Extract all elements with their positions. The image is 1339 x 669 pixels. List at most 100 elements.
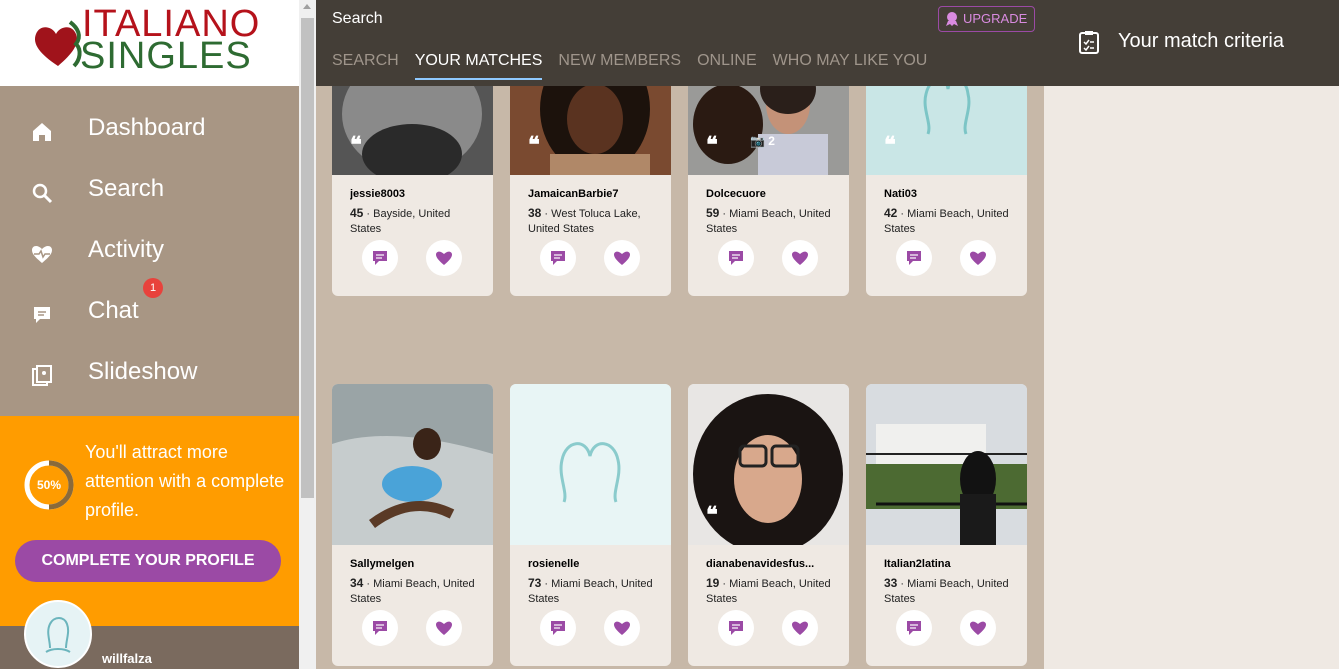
card-age: 33 (884, 576, 898, 590)
card-info: 45 · Bayside, United States (350, 206, 451, 235)
scrollbar-thumb[interactable] (301, 18, 314, 498)
message-button[interactable] (718, 610, 754, 646)
sidebar-item-search[interactable]: Search (0, 161, 299, 222)
right-panel (1044, 86, 1339, 669)
card-info: 38 · West Toluca Lake, United States (528, 206, 641, 235)
message-icon (729, 621, 743, 635)
tab-online[interactable]: ONLINE (697, 52, 757, 80)
quote-icon: ❝ (528, 132, 540, 158)
page-title: Search (332, 10, 383, 27)
card-username[interactable]: Nati03 (884, 188, 1014, 200)
sidebar-item-chat[interactable]: Chat 1 (0, 278, 299, 344)
message-button[interactable] (362, 240, 398, 276)
logo-line2: SINGLES (80, 35, 252, 77)
profile-card[interactable]: ❝ dianabenavidesfus... 19 · Miami Beach,… (688, 384, 849, 666)
card-username[interactable]: rosienelle (528, 558, 658, 570)
like-button[interactable] (426, 610, 462, 646)
like-button[interactable] (960, 240, 996, 276)
matches-grid: ❝ jessie8003 45 · Bayside, United States… (316, 86, 1044, 669)
username[interactable]: willfalza (102, 651, 152, 666)
profile-card[interactable]: Italian2latina 33 · Miami Beach, United … (866, 384, 1027, 666)
like-button[interactable] (782, 240, 818, 276)
sidebar-item-label: Chat (88, 297, 139, 324)
profile-card[interactable]: ❝ 📷 2 Dolcecuore 59 · Miami Beach, Unite… (688, 86, 849, 296)
card-age: 42 (884, 206, 898, 220)
photo-count-value: 2 (768, 134, 775, 148)
like-button[interactable] (960, 610, 996, 646)
profile-card[interactable]: ❝ Nati03 42 · Miami Beach, United States (866, 86, 1027, 296)
profile-placeholder[interactable] (510, 384, 671, 545)
message-icon (907, 251, 921, 265)
heart-icon (970, 251, 986, 265)
like-button[interactable] (426, 240, 462, 276)
heart-icon (792, 621, 808, 635)
card-username[interactable]: Sallymelgen (350, 558, 480, 570)
tab-new-members[interactable]: NEW MEMBERS (558, 52, 681, 80)
message-button[interactable] (540, 610, 576, 646)
card-username[interactable]: Italian2latina (884, 558, 1014, 570)
card-info: 59 · Miami Beach, United States (706, 206, 831, 235)
card-info: 73 · Miami Beach, United States (528, 576, 653, 605)
profile-card[interactable]: Sallymelgen 34 · Miami Beach, United Sta… (332, 384, 493, 666)
scroll-up-arrow-icon[interactable] (303, 4, 311, 9)
card-age: 19 (706, 576, 720, 590)
logo[interactable]: ITALIANO SINGLES (0, 0, 299, 86)
message-icon (373, 621, 387, 635)
profile-photo[interactable] (332, 384, 493, 545)
sidebar-item-dashboard[interactable]: Dashboard (0, 100, 299, 161)
quote-icon: ❝ (350, 132, 362, 158)
clipboard-icon[interactable] (1078, 30, 1100, 54)
card-info: 19 · Miami Beach, United States (706, 576, 831, 605)
card-location: Miami Beach, United States (350, 578, 475, 605)
card-username[interactable]: jessie8003 (350, 188, 480, 200)
message-button[interactable] (540, 240, 576, 276)
tab-your-matches[interactable]: YOUR MATCHES (414, 52, 543, 80)
like-button[interactable] (604, 610, 640, 646)
profile-placeholder[interactable] (866, 86, 1027, 175)
heart-icon (436, 251, 452, 265)
card-username[interactable]: dianabenavidesfus... (706, 558, 836, 570)
message-icon (907, 621, 921, 635)
card-username[interactable]: Dolcecuore (706, 188, 836, 200)
card-location: Miami Beach, United States (706, 578, 831, 605)
card-username[interactable]: JamaicanBarbie7 (528, 188, 658, 200)
sidebar-item-label: Search (88, 175, 165, 202)
profile-photo[interactable] (688, 86, 849, 175)
profile-photo[interactable] (866, 384, 1027, 545)
sidebar-item-label: Slideshow (88, 358, 198, 385)
card-location: Miami Beach, United States (884, 578, 1009, 605)
complete-profile-button[interactable]: COMPLETE YOUR PROFILE (15, 540, 281, 582)
message-button[interactable] (362, 610, 398, 646)
heart-icon (970, 621, 986, 635)
profile-photo[interactable] (332, 86, 493, 175)
slideshow-icon (32, 365, 52, 386)
card-info: 42 · Miami Beach, United States (884, 206, 1009, 235)
card-location: Bayside, United States (350, 208, 451, 235)
match-criteria-link[interactable]: Your match criteria (1118, 30, 1284, 53)
user-silhouette-icon (45, 617, 71, 653)
like-button[interactable] (604, 240, 640, 276)
sidebar-item-slideshow[interactable]: Slideshow (0, 344, 299, 405)
heartbeat-icon (32, 246, 52, 263)
card-location: Miami Beach, United States (528, 578, 653, 605)
avatar[interactable] (24, 600, 92, 668)
message-icon (373, 251, 387, 265)
card-age: 38 (528, 206, 542, 220)
quote-icon: ❝ (706, 132, 718, 158)
profile-photo[interactable] (510, 86, 671, 175)
sidebar-item-activity[interactable]: Activity (0, 222, 299, 283)
message-button[interactable] (718, 240, 754, 276)
tab-who-may-like-you[interactable]: WHO MAY LIKE YOU (773, 52, 928, 80)
profile-progress-text: 50% (36, 478, 62, 492)
upgrade-button[interactable]: UPGRADE (938, 6, 1035, 32)
card-age: 59 (706, 206, 720, 220)
chat-icon (34, 307, 50, 323)
tab-search[interactable]: SEARCH (332, 52, 399, 80)
profile-card[interactable]: ❝ jessie8003 45 · Bayside, United States (332, 86, 493, 296)
profile-card[interactable]: ❝ JamaicanBarbie7 38 · West Toluca Lake,… (510, 86, 671, 296)
card-info: 34 · Miami Beach, United States (350, 576, 475, 605)
message-button[interactable] (896, 610, 932, 646)
message-button[interactable] (896, 240, 932, 276)
profile-card[interactable]: rosienelle 73 · Miami Beach, United Stat… (510, 384, 671, 666)
like-button[interactable] (782, 610, 818, 646)
